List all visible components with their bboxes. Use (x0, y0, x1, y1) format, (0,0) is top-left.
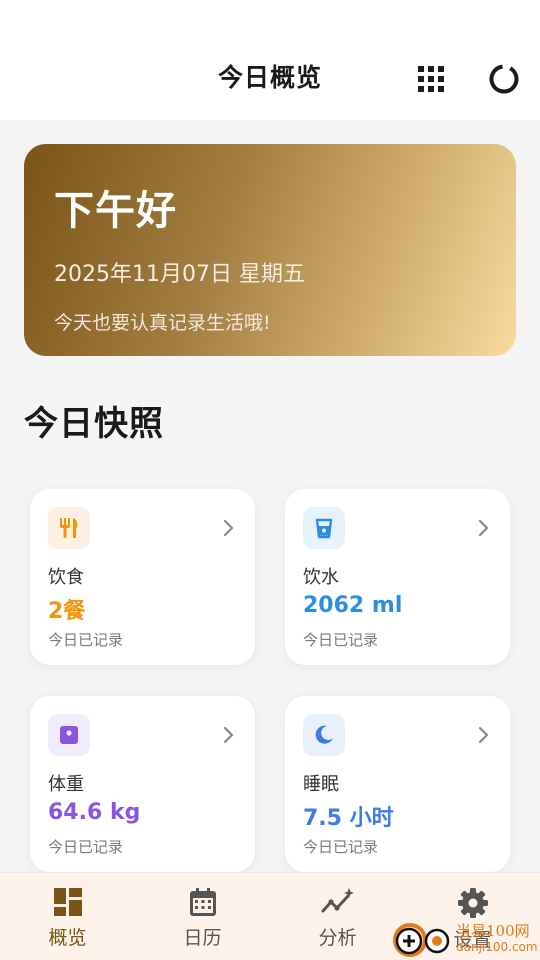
diet-card[interactable]: 饮食 2餐 今日已记录 (30, 489, 255, 665)
grid-icon[interactable] (418, 66, 444, 92)
moon-icon (303, 714, 345, 756)
tab-analytics[interactable]: 分析 (270, 873, 405, 960)
card-subtext: 今日已记录 (303, 631, 379, 649)
refresh-icon[interactable] (487, 62, 521, 96)
analytics-icon (321, 888, 354, 913)
chevron-right-icon (478, 519, 489, 537)
tab-calendar[interactable]: 日历 (135, 873, 270, 960)
tab-label: 概览 (48, 927, 87, 949)
dashboard-icon (53, 888, 82, 916)
card-subtext: 今日已记录 (48, 631, 124, 649)
cup-icon (303, 507, 345, 549)
card-subtext: 今日已记录 (48, 838, 124, 856)
chevron-right-icon (223, 726, 234, 744)
card-subtext: 今日已记录 (303, 838, 379, 856)
page-title: 今日概览 (217, 63, 322, 92)
card-value: 64.6 kg (48, 800, 141, 825)
card-label: 饮食 (48, 567, 84, 588)
fork-knife-icon (48, 507, 90, 549)
chevron-right-icon (478, 726, 489, 744)
weight-card[interactable]: 体重 64.6 kg 今日已记录 (30, 696, 255, 872)
card-value: 2062 ml (303, 593, 403, 618)
sleep-card[interactable]: 睡眠 7.5 小时 今日已记录 (285, 696, 510, 872)
motto-text: 今天也要认真记录生活哦! (54, 312, 271, 334)
watermark-text: 当易100网 (456, 922, 530, 940)
card-label: 睡眠 (303, 774, 339, 795)
greeting-text: 下午好 (54, 188, 177, 234)
calendar-icon (189, 888, 216, 916)
card-value: 7.5 小时 (303, 806, 394, 831)
water-card[interactable]: 饮水 2062 ml 今日已记录 (285, 489, 510, 665)
card-label: 体重 (48, 774, 84, 795)
tab-overview[interactable]: 概览 (0, 873, 135, 960)
tab-label: 日历 (183, 927, 222, 949)
watermark-url: danji100.com (456, 940, 538, 954)
greeting-banner: 下午好 2025年11月07日 星期五 今天也要认真记录生活哦! (24, 144, 516, 356)
watermark: 当易100网 danji100.com (392, 914, 540, 960)
card-value: 2餐 (48, 599, 86, 624)
scale-icon (48, 714, 90, 756)
chevron-right-icon (223, 519, 234, 537)
watermark-logo (393, 923, 450, 957)
top-app-bar: 今日概览 (0, 0, 540, 120)
section-title: 今日快照 (24, 404, 164, 444)
tab-label: 分析 (318, 927, 357, 949)
card-label: 饮水 (303, 567, 339, 588)
date-text: 2025年11月07日 星期五 (54, 262, 305, 287)
